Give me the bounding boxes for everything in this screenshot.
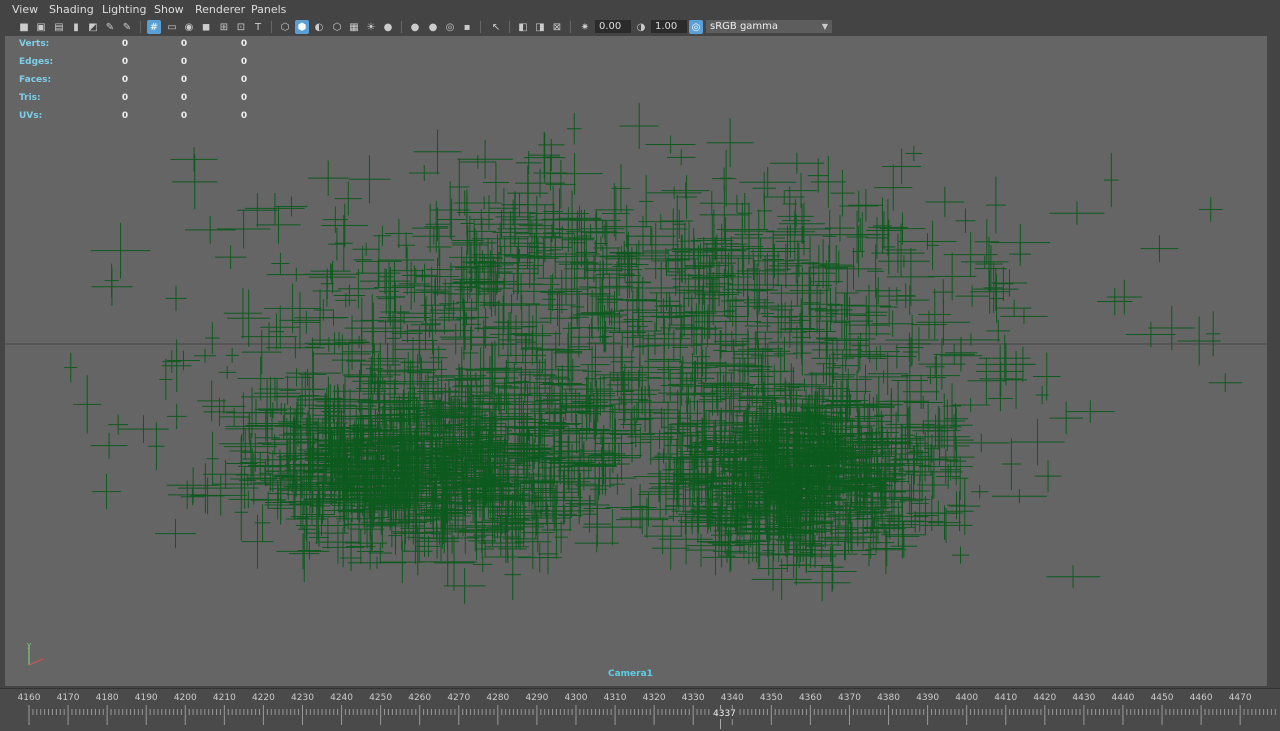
select-camera-icon[interactable]: ■ [17,20,31,34]
camera-attributes-icon[interactable]: ▣ [34,20,48,34]
bookmark-icon[interactable]: ▮ [69,20,83,34]
grid-icon[interactable]: # [147,20,161,34]
film-gate-icon[interactable]: ▭ [165,20,179,34]
color-management-icon[interactable]: ◎ [689,20,703,34]
xray-joints-icon[interactable]: ◨ [533,20,547,34]
toolbar-separator [140,21,141,33]
menu-shading[interactable]: Shading [49,3,94,16]
particle-crosses [5,36,1267,686]
depth-of-field-icon[interactable]: ▪ [460,20,474,34]
gate-mask-icon[interactable]: ◼ [199,20,213,34]
menu-show[interactable]: Show [154,3,184,16]
menu-bar: View Shading Lighting Show Renderer Pane… [0,0,1280,18]
color-space-value: sRGB gamma [710,21,778,32]
motion-blur-icon[interactable]: ● [426,20,440,34]
safe-action-icon[interactable]: ⊡ [234,20,248,34]
2d-pan-zoom-icon[interactable]: ✎ [120,20,134,34]
gamma-icon[interactable]: ◑ [634,20,648,34]
color-space-dropdown[interactable]: sRGB gamma ▼ [706,20,832,33]
toolbar-separator [509,21,510,33]
xray-icon[interactable]: ◧ [516,20,530,34]
bookmark-camera-icon[interactable]: ▤ [52,20,66,34]
wireframe-on-shaded-icon[interactable]: ⬡ [330,20,344,34]
exposure-icon[interactable]: ✷ [578,20,592,34]
gamma-field[interactable]: 1.00 [651,20,687,33]
field-chart-icon[interactable]: ⊞ [217,20,231,34]
screen-space-ao-icon[interactable]: ● [408,20,422,34]
toolbar-separator [271,21,272,33]
default-material-icon[interactable]: ◐ [312,20,326,34]
image-plane-icon[interactable]: ◩ [86,20,100,34]
xray-components-icon[interactable]: ⊠ [550,20,564,34]
shadows-icon[interactable]: ● [381,20,395,34]
textured-icon[interactable]: ▦ [347,20,361,34]
chevron-down-icon: ▼ [822,20,828,33]
smooth-shade-icon[interactable]: ⬢ [295,20,309,34]
wireframe-icon[interactable]: ⬡ [278,20,292,34]
menu-view[interactable]: View [12,3,38,16]
exposure-field[interactable]: 0.00 [595,20,631,33]
viewport-3d[interactable]: Verts: 0 0 0 Edges: 0 0 0 Faces: 0 0 0 T… [5,36,1267,686]
particle-group [64,103,1242,604]
panel-toolbar: ■ ▣ ▤ ▮ ◩ ✎ ✎ # ▭ ◉ ◼ ⊞ ⊡ T ⬡ ⬢ ◐ ⬡ ▦ ☀ … [0,18,1280,36]
grease-pencil-icon[interactable]: ✎ [103,20,117,34]
anti-aliasing-icon[interactable]: ◎ [443,20,457,34]
toolbar-separator [401,21,402,33]
resolution-gate-icon[interactable]: ◉ [182,20,196,34]
lights-icon[interactable]: ☀ [364,20,378,34]
toolbar-separator [480,21,481,33]
isolate-select-icon[interactable]: ↖ [489,20,503,34]
menu-lighting[interactable]: Lighting [102,3,146,16]
menu-renderer[interactable]: Renderer [195,3,245,16]
toolbar-separator [570,21,571,33]
menu-panels[interactable]: Panels [251,3,286,16]
safe-title-icon[interactable]: T [251,20,265,34]
